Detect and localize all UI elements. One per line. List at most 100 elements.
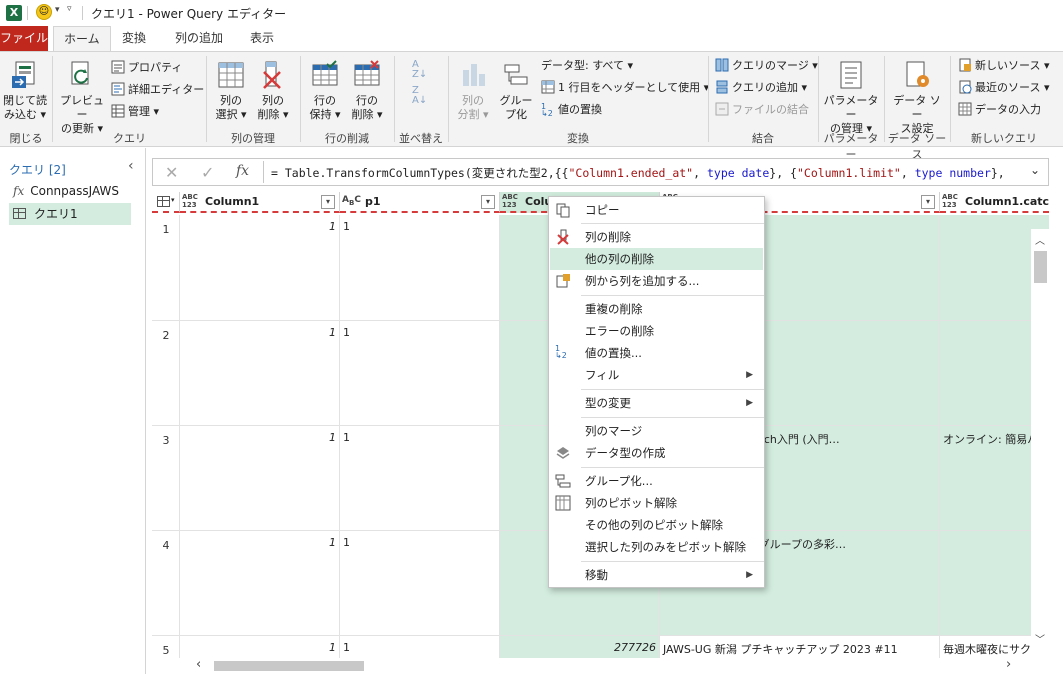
table-cell[interactable]: 1: [180, 321, 340, 425]
remove-column-icon: [555, 229, 571, 245]
expand-formula-icon[interactable]: ⌄: [1030, 163, 1040, 177]
combine-files-button[interactable]: ファイルの結合: [715, 101, 809, 119]
table-cell[interactable]: 277726: [500, 636, 660, 658]
recent-sources-button[interactable]: 最近のソース ▾: [958, 79, 1049, 97]
manage-table-icon: [111, 104, 125, 118]
table-cell[interactable]: 1: [180, 531, 340, 635]
recent-sources-icon: [958, 80, 972, 94]
menu-item-move[interactable]: 移動 ▶: [550, 564, 763, 586]
append-queries-button[interactable]: クエリの追加 ▾: [715, 79, 807, 97]
excel-logo-icon: X: [6, 5, 22, 21]
tab-file[interactable]: ファイル: [0, 26, 48, 51]
table-cell[interactable]: 1: [340, 531, 500, 635]
table-cell[interactable]: 1: [340, 636, 500, 658]
properties-button[interactable]: プロパティ: [111, 59, 182, 77]
menu-item-copy[interactable]: コピー: [550, 199, 763, 221]
properties-icon: [111, 60, 125, 74]
tab-add-column[interactable]: 列の追加: [165, 26, 233, 51]
merge-queries-button[interactable]: クエリのマージ ▾: [715, 57, 818, 75]
vertical-scrollbar[interactable]: ︿ ﹀: [1031, 229, 1049, 649]
replace-values-button[interactable]: 1 ↳2 値の置換: [541, 101, 602, 119]
table-cell[interactable]: 1: [180, 426, 340, 530]
column-context-menu: コピー 列の削除 他の列の削除 例から列を追加する... 重複の削除 エラーの削…: [548, 196, 765, 588]
column-header-column1-catch[interactable]: ABC 123 Column1.catch: [940, 192, 1049, 213]
sort-descending-icon[interactable]: Z A↓: [412, 86, 427, 106]
ribbon-tabs: ファイル ホーム 変換 列の追加 表示: [0, 26, 1063, 51]
data-type-dropdown[interactable]: データ型: すべて ▾: [541, 57, 633, 75]
query-item-query1[interactable]: クエリ1: [9, 203, 131, 225]
table-cell[interactable]: 1: [180, 636, 340, 658]
column-filter-dropdown-icon[interactable]: ▾: [921, 195, 935, 209]
scroll-up-icon[interactable]: ︿: [1035, 232, 1045, 247]
query-item-connpassjaws[interactable]: fx ConnpassJAWS: [9, 180, 131, 202]
scroll-left-icon[interactable]: ‹: [196, 658, 201, 672]
menu-separator: [581, 561, 764, 562]
remove-rows-button[interactable]: 行の 削除 ▾: [346, 60, 388, 122]
remove-columns-button[interactable]: 列の 削除 ▾: [252, 60, 294, 122]
menu-item-group-by[interactable]: グループ化...: [550, 470, 763, 492]
commit-formula-icon[interactable]: ✓: [201, 163, 214, 182]
group-by-label-1: グルー: [499, 94, 533, 107]
menu-item-fill[interactable]: フィル ▶: [550, 364, 763, 386]
properties-label: プロパティ: [128, 61, 183, 74]
table-cell[interactable]: 1: [340, 321, 500, 425]
cancel-formula-icon[interactable]: ✕: [165, 163, 178, 182]
tab-view[interactable]: 表示: [240, 26, 284, 51]
quick-access-customize-icon[interactable]: ▿: [67, 4, 72, 14]
tab-home[interactable]: ホーム: [53, 26, 111, 51]
table-cell[interactable]: JAWS-UG 新潟 プチキャッチアップ 2023 #11: [660, 636, 940, 658]
scroll-down-icon[interactable]: ﹀: [1035, 631, 1045, 646]
column-filter-dropdown-icon[interactable]: ▾: [321, 195, 335, 209]
sort-ascending-icon[interactable]: A Z↓: [412, 60, 427, 80]
advanced-editor-button[interactable]: 詳細エディター: [111, 81, 204, 99]
feedback-smiley-icon[interactable]: ☺: [36, 4, 52, 20]
close-and-load-button[interactable]: 閉じて読 み込む ▾: [2, 60, 48, 122]
refresh-preview-icon: [67, 60, 97, 90]
column-header-p1[interactable]: ABC p1 ▾: [340, 192, 500, 213]
menu-item-replace-values[interactable]: 1 ↳2 値の置換...: [550, 342, 763, 364]
keep-rows-button[interactable]: 行の 保持 ▾: [304, 60, 346, 122]
menu-item-unpivot-columns[interactable]: 列のピボット解除: [550, 492, 763, 514]
refresh-preview-button[interactable]: プレビュー の更新 ▾: [56, 60, 108, 136]
choose-columns-button[interactable]: 列の 選択 ▾: [210, 60, 252, 122]
menu-item-remove-other-columns[interactable]: 他の列の削除: [550, 248, 763, 270]
column-filter-dropdown-icon[interactable]: ▾: [481, 195, 495, 209]
menu-item-remove-duplicates[interactable]: 重複の削除: [550, 298, 763, 320]
table-menu-button[interactable]: ▾: [152, 192, 180, 213]
menu-separator: [581, 417, 764, 418]
tab-transform[interactable]: 変換: [112, 26, 156, 51]
advanced-editor-label: 詳細エディター: [128, 83, 205, 96]
manage-parameters-button[interactable]: パラメーター の管理 ▾: [822, 60, 880, 136]
formula-input[interactable]: = Table.TransformColumnTypes(変更された型2,{{"…: [271, 165, 1011, 181]
vertical-scroll-thumb[interactable]: [1034, 251, 1047, 283]
manage-button[interactable]: 管理 ▾: [111, 103, 159, 121]
data-source-settings-button[interactable]: データ ソー ス設定: [888, 60, 946, 136]
table-cell[interactable]: 1: [180, 215, 340, 320]
scroll-right-icon[interactable]: ›: [1006, 658, 1011, 672]
row-number-cell: 2: [152, 321, 180, 425]
feedback-dropdown-icon[interactable]: ▾: [55, 5, 60, 15]
menu-item-remove-errors[interactable]: エラーの削除: [550, 320, 763, 342]
column-from-examples-icon: [555, 273, 571, 289]
table-cell[interactable]: 1: [340, 426, 500, 530]
menu-item-unpivot-selected-only[interactable]: 選択した列のみをピボット解除: [550, 536, 763, 558]
table-cell[interactable]: 1: [340, 215, 500, 320]
menu-item-create-data-type[interactable]: データ型の作成: [550, 442, 763, 464]
horizontal-scroll-thumb[interactable]: [214, 661, 364, 671]
split-column-button[interactable]: 列の 分割 ▾: [452, 60, 494, 122]
new-source-button[interactable]: 新しいソース ▾: [958, 57, 1049, 75]
menu-item-merge-columns[interactable]: 列のマージ: [550, 420, 763, 442]
enter-data-button[interactable]: データの入力: [958, 101, 1041, 119]
menu-item-column-from-examples[interactable]: 例から列を追加する...: [550, 270, 763, 292]
menu-item-remove-column[interactable]: 列の削除: [550, 226, 763, 248]
collapse-pane-icon[interactable]: ‹: [128, 158, 134, 174]
group-label-sort: 並べ替え: [399, 132, 443, 145]
group-label-close: 閉じる: [9, 132, 43, 145]
group-by-button[interactable]: グルー プ化: [496, 60, 536, 122]
column-header-column1[interactable]: ABC 123 Column1 ▾: [180, 192, 340, 213]
horizontal-scrollbar[interactable]: ‹ ›: [180, 658, 1030, 674]
first-row-headers-icon: [541, 80, 555, 94]
menu-item-unpivot-other-columns[interactable]: その他の列のピボット解除: [550, 514, 763, 536]
menu-item-change-type[interactable]: 型の変更 ▶: [550, 392, 763, 414]
use-first-row-as-headers-button[interactable]: 1 行目をヘッダーとして使用 ▾: [541, 79, 709, 97]
